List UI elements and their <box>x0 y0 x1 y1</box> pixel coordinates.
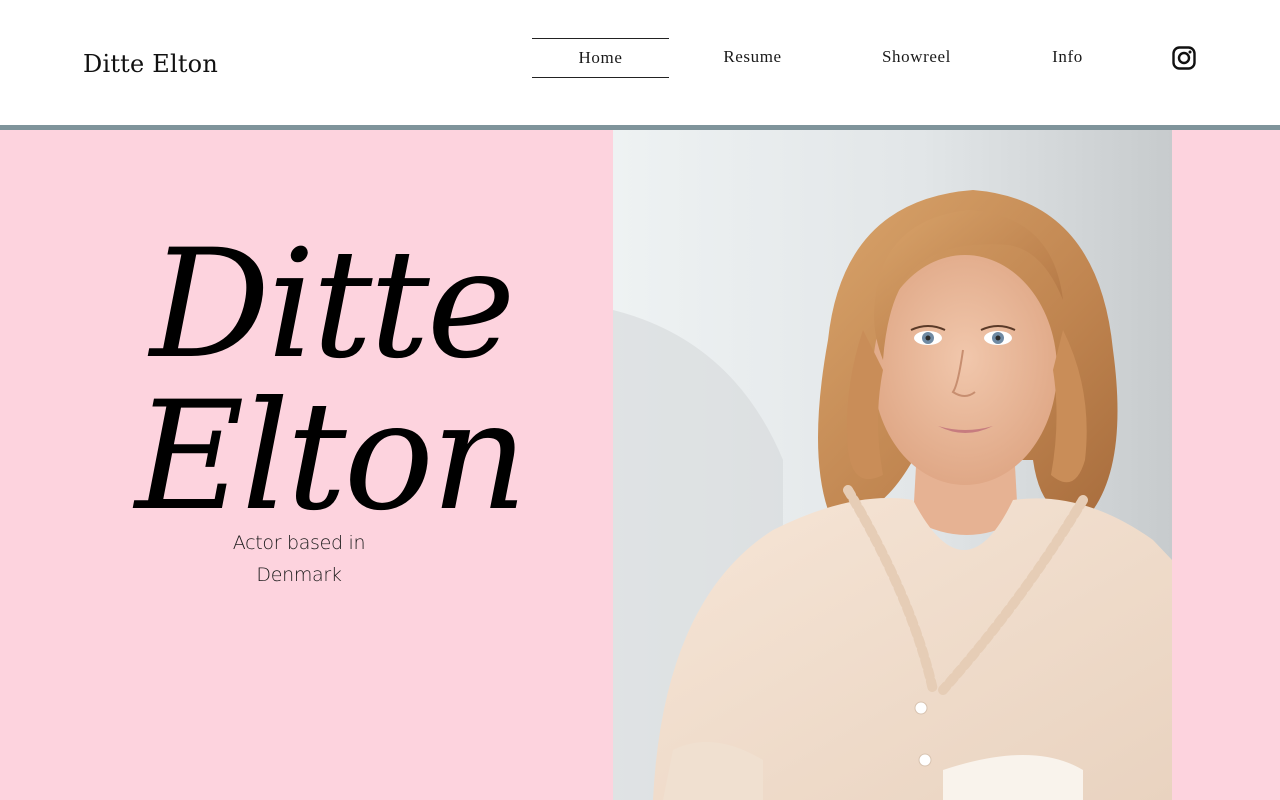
portrait-photo <box>613 130 1172 800</box>
nav-resume[interactable]: Resume <box>684 38 821 78</box>
hero-section: Ditte Elton Actor based in Denmark <box>0 130 1280 800</box>
site-title[interactable]: Ditte Elton <box>83 48 218 80</box>
tagline-line-2: Denmark <box>256 564 342 586</box>
nav-showreel[interactable]: Showreel <box>848 38 985 78</box>
nav-info[interactable]: Info <box>999 38 1136 78</box>
site-header: Ditte Elton Home Resume Showreel Info <box>0 0 1280 125</box>
instagram-icon[interactable] <box>1172 46 1196 70</box>
nav-home[interactable]: Home <box>532 38 669 78</box>
tagline-line-1: Actor based in <box>232 532 366 554</box>
hero-tagline: Actor based in Denmark <box>140 527 458 591</box>
